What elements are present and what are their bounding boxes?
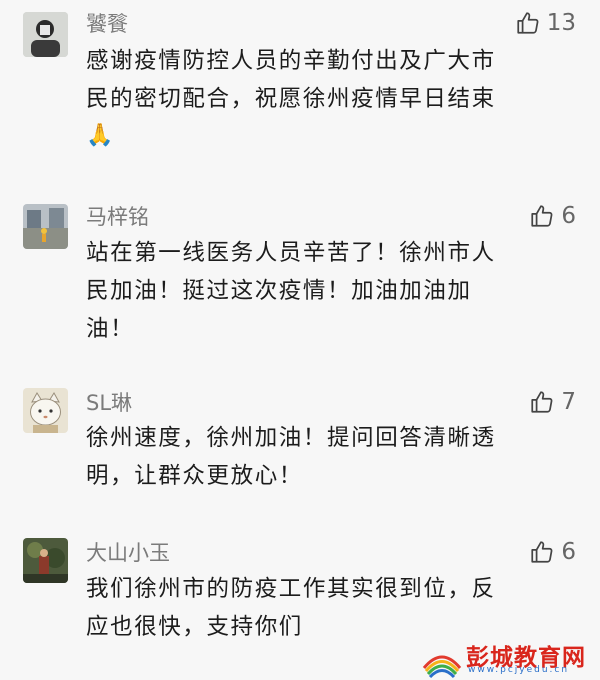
comment-line: 油！ bbox=[86, 316, 135, 342]
comment-line: 我们徐州市的防疫工作其实很到位，反 bbox=[86, 576, 496, 602]
like-count: 7 bbox=[561, 389, 576, 415]
like-button[interactable]: 6 bbox=[529, 201, 576, 231]
comment-text: 站在第一线医务人员辛苦了！徐州市人 民加油！挺过这次疫情！加油加油加 油！ bbox=[86, 234, 576, 348]
comment-username[interactable]: 饕餮 bbox=[86, 12, 128, 36]
avatar[interactable] bbox=[23, 204, 68, 249]
thumbs-up-icon bbox=[517, 12, 539, 34]
avatar[interactable] bbox=[23, 388, 68, 433]
like-count: 6 bbox=[561, 203, 576, 229]
watermark-url: www.pcjyedu.cn bbox=[468, 665, 570, 675]
folded-hands-emoji: 🙏 bbox=[86, 123, 115, 148]
comment-line: 明，让群众更放心！ bbox=[86, 463, 303, 489]
comment-line: 站在第一线医务人员辛苦了！徐州市人 bbox=[86, 240, 496, 266]
like-count: 13 bbox=[546, 10, 576, 36]
comment-text: 我们徐州市的防疫工作其实很到位，反 应也很快，支持你们 bbox=[86, 570, 576, 646]
like-button[interactable]: 6 bbox=[529, 537, 576, 567]
comment-text: 徐州速度，徐州加油！提问回答清晰透 明，让群众更放心！ bbox=[86, 419, 576, 495]
comment-line: 感谢疫情防控人员的辛勤付出及广大市 bbox=[86, 48, 496, 74]
comment-line: 民的密切配合，祝愿徐州疫情早日结束 bbox=[86, 86, 496, 112]
like-button[interactable]: 7 bbox=[529, 387, 576, 417]
comment-line: 徐州速度，徐州加油！提问回答清晰透 bbox=[86, 425, 496, 451]
comment-username[interactable]: 马梓铭 bbox=[86, 205, 149, 229]
watermark: 彭城教育网 www.pcjyedu.cn bbox=[420, 636, 600, 680]
thumbs-up-icon bbox=[531, 391, 553, 413]
comment-line: 民加油！挺过这次疫情！加油加油加 bbox=[86, 278, 472, 304]
thumbs-up-icon bbox=[531, 541, 553, 563]
avatar[interactable] bbox=[23, 12, 68, 57]
like-count: 6 bbox=[561, 539, 576, 565]
thumbs-up-icon bbox=[531, 205, 553, 227]
avatar[interactable] bbox=[23, 538, 68, 583]
like-button[interactable]: 13 bbox=[515, 8, 576, 38]
watermark-logo-icon bbox=[422, 655, 462, 678]
comment-username[interactable]: 大山小玉 bbox=[86, 541, 170, 565]
comment-username[interactable]: SL琳 bbox=[86, 391, 132, 415]
comment-text: 感谢疫情防控人员的辛勤付出及广大市 民的密切配合，祝愿徐州疫情早日结束 🙏 bbox=[86, 42, 576, 154]
